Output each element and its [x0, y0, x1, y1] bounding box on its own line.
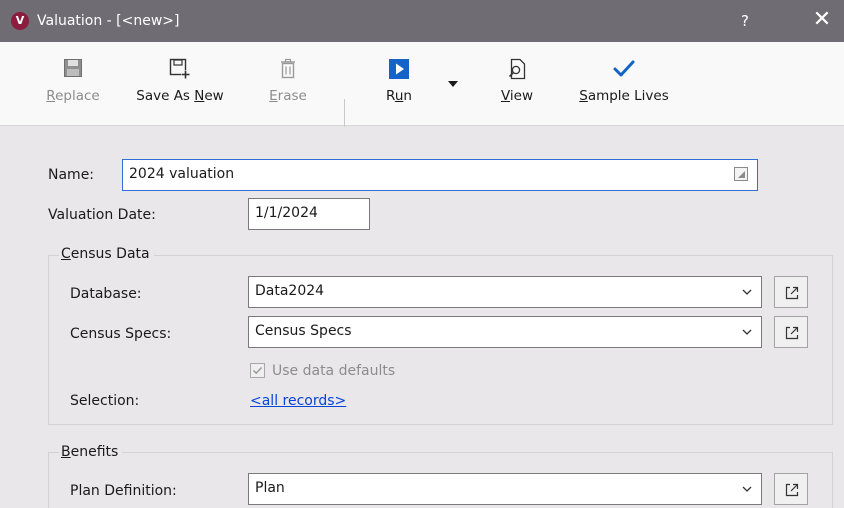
external-link-icon [785, 483, 799, 497]
view-button[interactable]: View [492, 58, 542, 118]
sample-lives-button[interactable]: Sample Lives [568, 58, 680, 118]
save-as-new-icon [128, 58, 232, 82]
sample-lives-label: Sample Lives [579, 88, 669, 104]
census-specs-label: Census Specs: [70, 326, 172, 342]
replace-button[interactable]: Replace [38, 58, 108, 118]
save-as-new-label: Save As New [136, 88, 224, 104]
selection-label: Selection: [70, 393, 140, 409]
census-specs-select[interactable]: Census Specs [248, 316, 762, 348]
chevron-down-icon [742, 289, 752, 295]
external-link-icon [785, 286, 799, 300]
checkmark-icon [252, 366, 263, 375]
name-input-value: 2024 valuation [129, 166, 235, 182]
valuation-date-label: Valuation Date: [48, 207, 156, 223]
use-data-defaults-label: Use data defaults [272, 363, 396, 379]
benefits-group-title: Benefits [59, 443, 123, 461]
checkmark-icon [568, 58, 680, 82]
database-select[interactable]: Data2024 [248, 276, 762, 308]
trash-icon [258, 58, 318, 82]
chevron-down-icon [742, 486, 752, 492]
name-input[interactable]: 2024 valuation [122, 159, 758, 191]
close-button[interactable]: ✕ [800, 0, 844, 42]
window-title: Valuation - [<new>] [37, 13, 180, 29]
database-label: Database: [70, 286, 142, 302]
database-open-button[interactable] [774, 276, 808, 308]
view-label: View [500, 88, 534, 104]
run-dropdown-chevron-icon[interactable] [446, 78, 460, 90]
checkbox-box [250, 363, 265, 378]
valuation-date-value: 1/1/2024 [255, 205, 318, 221]
erase-button[interactable]: Erase [258, 58, 318, 118]
toolbar: Replace Save As New Erase Run View Sampl… [0, 42, 844, 147]
plan-definition-open-button[interactable] [774, 473, 808, 505]
database-value: Data2024 [255, 283, 325, 299]
text-expand-icon[interactable] [733, 166, 749, 182]
valuation-date-input[interactable]: 1/1/2024 [248, 198, 370, 230]
plan-definition-label: Plan Definition: [70, 483, 177, 499]
help-button[interactable]: ? [730, 0, 760, 42]
plan-definition-select[interactable]: Plan [248, 473, 762, 505]
erase-label: Erase [269, 88, 307, 104]
title-bar: V Valuation - [<new>] ? ✕ [0, 0, 844, 42]
save-as-new-button[interactable]: Save As New [128, 58, 232, 118]
selection-link[interactable]: <all records> [250, 392, 346, 410]
play-icon [376, 58, 422, 82]
external-link-icon [785, 326, 799, 340]
run-label: Run [386, 88, 412, 104]
floppy-disk-icon [38, 58, 108, 82]
replace-label: Replace [46, 88, 100, 104]
census-specs-open-button[interactable] [774, 316, 808, 348]
name-label: Name: [48, 167, 95, 183]
view-document-icon [492, 58, 542, 82]
chevron-down-icon [742, 329, 752, 335]
census-specs-value: Census Specs [255, 323, 352, 339]
run-button[interactable]: Run [376, 58, 422, 118]
census-data-group-title: Census Data [59, 245, 154, 263]
app-logo-icon: V [11, 12, 29, 30]
plan-definition-value: Plan [255, 480, 285, 496]
